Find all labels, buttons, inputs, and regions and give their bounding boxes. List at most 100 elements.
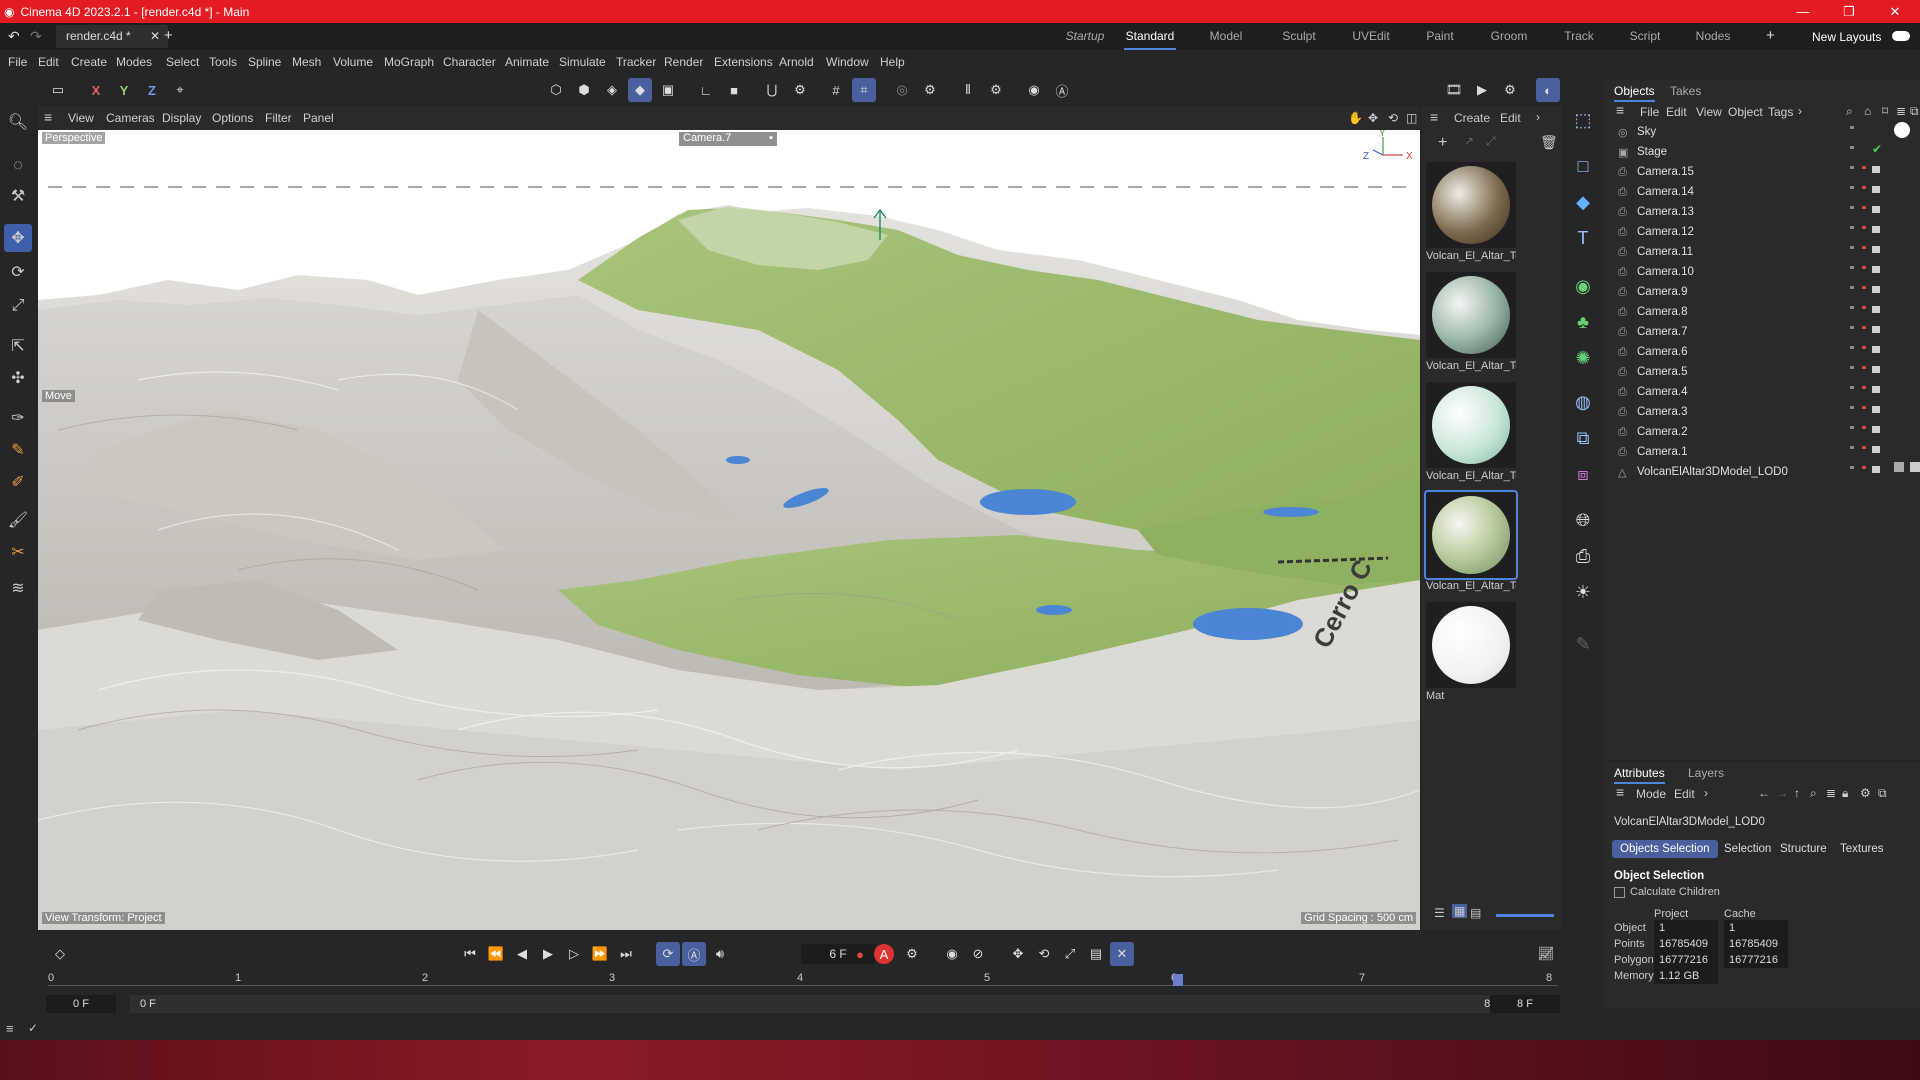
viewport-solo-icon[interactable]: ▭: [46, 78, 70, 102]
snap-settings-icon[interactable]: ⚙: [788, 78, 812, 102]
layout-tab-standard[interactable]: Standard: [1124, 23, 1176, 50]
menu-file[interactable]: File: [8, 55, 27, 69]
polygons-mode-icon[interactable]: ◈: [600, 78, 624, 102]
menu-select[interactable]: Select: [166, 55, 199, 69]
new-tab-icon[interactable]: +: [164, 27, 173, 44]
end-frame-field[interactable]: 8 F: [1490, 995, 1560, 1013]
motion-record-icon[interactable]: ◉: [940, 942, 964, 966]
grid-view-icon[interactable]: ▦: [1452, 904, 1468, 918]
attribute-menu-more-icon[interactable]: ›: [1704, 786, 1708, 800]
object-home-icon[interactable]: ⌂: [1864, 104, 1871, 118]
light-create-icon[interactable]: ☀: [1569, 578, 1597, 606]
close-button[interactable]: ✕: [1872, 0, 1918, 23]
thumbnail-size-slider[interactable]: [1496, 914, 1554, 917]
menu-modes[interactable]: Modes: [116, 55, 152, 69]
viewport-menu-options[interactable]: Options: [212, 111, 253, 125]
camera-view-icon[interactable]: ◉: [1022, 78, 1046, 102]
menu-create[interactable]: Create: [71, 55, 107, 69]
tab-objects[interactable]: Objects: [1614, 84, 1655, 102]
live-selection-icon[interactable]: ⚒: [4, 182, 32, 210]
edit-render-settings-icon[interactable]: ⚙: [1498, 78, 1522, 102]
delete-material-icon[interactable]: 🗑︎: [1540, 134, 1558, 151]
record-icon[interactable]: ●: [848, 942, 872, 966]
camera-dropdown-icon[interactable]: ▪: [769, 132, 773, 144]
layout-tab-script[interactable]: Script: [1614, 23, 1676, 50]
tab-layers[interactable]: Layers: [1688, 766, 1724, 780]
viewport-menu-cameras[interactable]: Cameras: [106, 111, 155, 125]
textures-button[interactable]: Textures: [1832, 840, 1891, 858]
maximize-button[interactable]: ❐: [1826, 0, 1872, 23]
menu-character[interactable]: Character: [443, 55, 496, 69]
object-bookmark-icon[interactable]: ⌑: [1882, 104, 1888, 118]
material-swatch-3[interactable]: Volcan_El_Altar_Te: [1426, 382, 1516, 482]
points-mode-icon[interactable]: ⬡: [544, 78, 568, 102]
playback-rate-icon[interactable]: Ⓐ: [682, 942, 706, 966]
menu-help[interactable]: Help: [880, 55, 905, 69]
layout-tab-model[interactable]: Model: [1196, 23, 1256, 50]
layout-tab-groom[interactable]: Groom: [1478, 23, 1540, 50]
new-layouts-toggle[interactable]: [1892, 31, 1910, 41]
range-slider[interactable]: 0 F 8 F: [130, 995, 1510, 1013]
menu-spline[interactable]: Spline: [248, 55, 281, 69]
spline-pen-icon[interactable]: ✑: [4, 404, 32, 432]
redo-icon[interactable]: ↷: [30, 28, 42, 45]
material-swatch-4[interactable]: Volcan_El_Altar_Te: [1424, 490, 1518, 592]
camera-selector[interactable]: Camera.7 ▪: [679, 132, 777, 146]
viewport-menu-panel[interactable]: Panel: [303, 111, 334, 125]
document-tab[interactable]: render.c4d * ✕: [56, 25, 168, 48]
attribute-search-icon[interactable]: ⌕: [1810, 786, 1817, 801]
keyframe-selection-icon[interactable]: ⊘: [966, 942, 990, 966]
assign-material-icon[interactable]: ⤢: [1486, 134, 1496, 149]
workplane-snap-icon[interactable]: ⌗: [852, 78, 876, 102]
attribute-menu-edit[interactable]: Edit: [1674, 787, 1695, 801]
object-menu-edit[interactable]: Edit: [1666, 105, 1687, 119]
axis-z-button[interactable]: Z: [140, 78, 164, 102]
sketch-icon[interactable]: ✎: [4, 436, 32, 464]
menu-animate[interactable]: Animate: [505, 55, 549, 69]
viewport-menu-icon[interactable]: ≡: [44, 109, 52, 125]
frame-ruler[interactable]: 0 1 2 3 4 5 6 7 8: [48, 972, 1568, 994]
calculate-children-checkbox[interactable]: Calculate Children: [1614, 886, 1720, 898]
attribute-menu-mode[interactable]: Mode: [1636, 787, 1666, 801]
attribute-menu-icon[interactable]: ≡: [1616, 784, 1624, 800]
move-tool-icon[interactable]: ✥: [4, 224, 32, 252]
key-settings-icon[interactable]: ⚙: [900, 942, 924, 966]
model-tag-2-icon[interactable]: [1910, 462, 1920, 472]
up-arrow-icon[interactable]: ↑: [1794, 786, 1800, 800]
menu-mograph[interactable]: MoGraph: [384, 55, 434, 69]
cube-create-icon[interactable]: ⬚: [1569, 106, 1597, 134]
next-frame-icon[interactable]: ▷: [562, 942, 586, 966]
timeline-window-icon[interactable]: 📈︎: [1534, 942, 1558, 966]
object-filter-icon[interactable]: ≣: [1896, 104, 1906, 118]
menu-simulate[interactable]: Simulate: [559, 55, 606, 69]
scale-tool-icon[interactable]: ⤢: [4, 292, 32, 320]
material-menu-icon[interactable]: ≡: [1430, 109, 1438, 125]
menu-mesh[interactable]: Mesh: [292, 55, 321, 69]
list-view-icon[interactable]: ☰: [1434, 906, 1445, 920]
objects-selection-button[interactable]: Objects Selection: [1612, 840, 1718, 858]
attribute-filter-icon[interactable]: ≣: [1826, 786, 1836, 800]
layout-tab-sculpt[interactable]: Sculpt: [1266, 23, 1332, 50]
start-frame-field[interactable]: 0 F: [46, 995, 116, 1013]
edit-lock-icon[interactable]: ✎: [1569, 630, 1597, 658]
status-menu-icon[interactable]: ≡: [6, 1021, 14, 1036]
layout-tab-track[interactable]: Track: [1548, 23, 1610, 50]
layout-tab-startup[interactable]: Startup: [1050, 23, 1120, 50]
material-swatch-5[interactable]: Mat: [1426, 602, 1516, 702]
add-layout-icon[interactable]: +: [1766, 27, 1775, 44]
status-check-icon[interactable]: ✓: [28, 1021, 38, 1035]
position-key-icon[interactable]: ✥: [1006, 942, 1030, 966]
playhead-marker[interactable]: [1173, 974, 1183, 986]
material-swatch-2[interactable]: Volcan_El_Altar_Te: [1426, 272, 1516, 372]
tab-takes[interactable]: Takes: [1670, 84, 1701, 98]
texture-mode-icon[interactable]: ■: [722, 78, 746, 102]
large-view-icon[interactable]: ▤: [1470, 906, 1481, 920]
pan-view-icon[interactable]: ✋: [1348, 111, 1363, 125]
model-tag-1-icon[interactable]: [1894, 462, 1904, 472]
coordinate-system-icon[interactable]: ⌖: [168, 78, 192, 102]
move-view-icon[interactable]: ✥: [1368, 111, 1378, 125]
effector-icon[interactable]: ✺: [1569, 344, 1597, 372]
material-menu-create[interactable]: Create: [1454, 111, 1490, 125]
render-view-icon[interactable]: 🎞: [1442, 78, 1466, 102]
object-new-window-icon[interactable]: ⧉: [1910, 104, 1919, 119]
